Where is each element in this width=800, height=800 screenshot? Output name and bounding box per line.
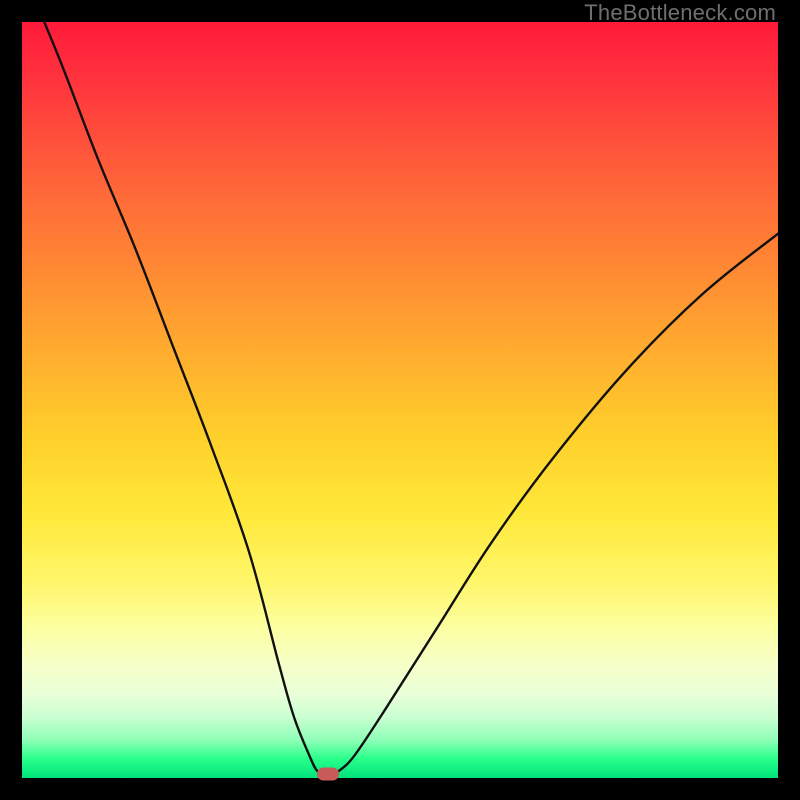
chart-plot-area — [22, 22, 778, 778]
bottleneck-curve — [22, 22, 778, 778]
optimal-marker — [317, 768, 339, 781]
watermark-text: TheBottleneck.com — [584, 0, 776, 26]
chart-frame: TheBottleneck.com — [0, 0, 800, 800]
